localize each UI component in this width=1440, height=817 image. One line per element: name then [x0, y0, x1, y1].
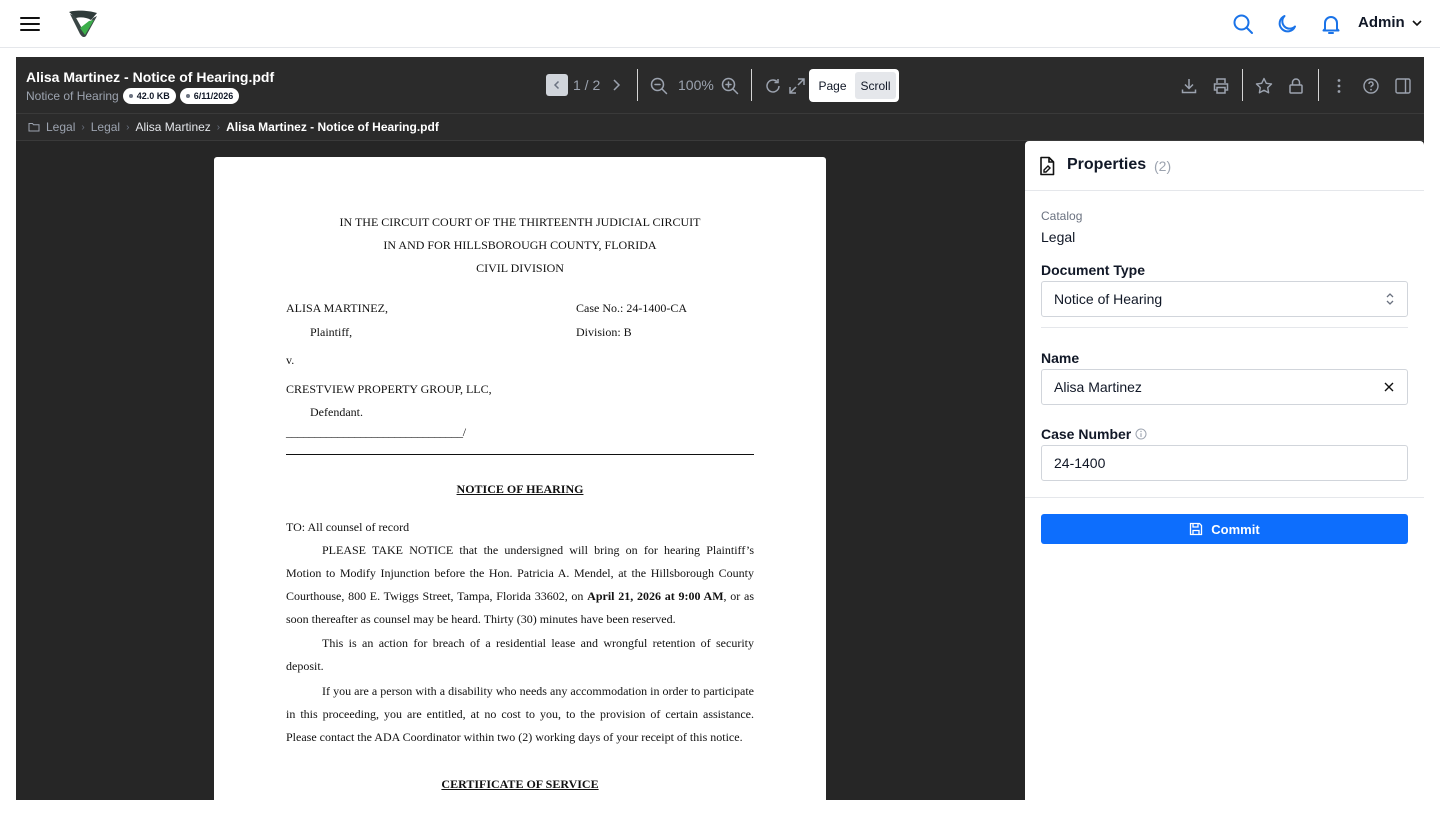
chevron-right-icon: › [216, 121, 221, 133]
select-arrows-icon [1385, 292, 1395, 306]
toolbar-divider [751, 69, 752, 101]
chevron-right-icon: › [81, 121, 85, 133]
certificate-heading: CERTIFICATE OF SERVICE [441, 777, 599, 791]
paragraph: If you are a person with a disability wh… [286, 684, 754, 744]
court-line: CIVIL DIVISION [476, 261, 564, 275]
chevron-right-icon: › [126, 121, 130, 133]
document-type-label: Notice of Hearing [26, 89, 119, 103]
toolbar-divider [1242, 69, 1243, 101]
paragraph: PLEASE TAKE NOTICE that the undersigned … [286, 543, 754, 626]
court-line: IN THE CIRCUIT COURT OF THE THIRTEENTH J… [339, 215, 701, 229]
document-type-label: Document Type [1041, 262, 1145, 278]
toolbar-divider [1318, 69, 1319, 101]
case-number-label: Case Number [1041, 426, 1147, 442]
chevron-left-icon [553, 80, 560, 90]
notifications-icon[interactable] [1319, 12, 1343, 36]
properties-title: Properties [1067, 156, 1147, 173]
breadcrumb-current: Alisa Martinez - Notice of Hearing.pdf [226, 120, 439, 134]
name-label: Name [1041, 350, 1080, 366]
save-icon [1189, 522, 1203, 536]
app-logo[interactable] [66, 8, 100, 40]
chevron-down-icon [1411, 17, 1423, 29]
view-mode-page-button[interactable]: Page [812, 72, 853, 99]
breadcrumb: Legal › Legal › Alisa Martinez › Alisa M… [16, 114, 1424, 141]
toolbar-divider [637, 69, 638, 101]
star-icon[interactable] [1254, 76, 1274, 96]
hearing-date: April 21, 2026 at 9:00 AM [587, 589, 724, 603]
download-icon[interactable] [1179, 76, 1199, 96]
viewer-toolbar: Alisa Martinez - Notice of Hearing.pdf N… [16, 57, 1424, 114]
print-icon[interactable] [1211, 76, 1231, 96]
case-number-field[interactable] [1041, 445, 1408, 481]
fullscreen-icon[interactable] [787, 76, 807, 96]
breadcrumb-item[interactable]: Legal [91, 120, 120, 134]
app-header: Admin [0, 0, 1440, 48]
more-options-icon[interactable] [1329, 76, 1349, 96]
case-number: Case No.: 24-1400-CA [576, 301, 687, 315]
document-title: Alisa Martinez - Notice of Hearing.pdf [26, 69, 275, 85]
menu-icon[interactable] [18, 12, 42, 36]
name-field[interactable] [1041, 369, 1408, 405]
clear-icon[interactable] [1383, 381, 1395, 393]
court-line: IN AND FOR HILLSBOROUGH COUNTY, FLORIDA [383, 238, 657, 252]
to-line: TO: All counsel of record [286, 520, 410, 534]
document-type-select[interactable]: Notice of Hearing [1041, 281, 1408, 317]
view-mode-scroll-button[interactable]: Scroll [855, 72, 896, 99]
signature-line: _______________________________/ [286, 425, 466, 439]
notice-body: PLEASE TAKE NOTICE that the undersigned … [286, 539, 754, 749]
help-icon[interactable] [1361, 76, 1381, 96]
case-number-input[interactable] [1054, 455, 1395, 471]
document-type-value: Notice of Hearing [1054, 291, 1163, 307]
commit-button[interactable]: Commit [1041, 514, 1408, 544]
divider [1041, 327, 1408, 328]
properties-panel: Properties (2) Catalog Legal Document Ty… [1025, 141, 1424, 800]
view-mode-toggle: Page Scroll [809, 69, 899, 102]
dark-mode-icon[interactable] [1275, 12, 1299, 36]
breadcrumb-item[interactable]: Legal [46, 120, 75, 134]
notice-heading: NOTICE OF HEARING [456, 482, 584, 496]
catalog-value: Legal [1041, 229, 1076, 245]
commit-label: Commit [1211, 521, 1260, 537]
zoom-out-icon[interactable] [649, 76, 669, 96]
defendant-name: CRESTVIEW PROPERTY GROUP, LLC, [286, 382, 492, 396]
file-properties-icon [1038, 156, 1056, 176]
breadcrumb-item[interactable]: Alisa Martinez [135, 120, 210, 134]
rotate-icon[interactable] [763, 76, 783, 96]
defendant-role: Defendant. [310, 405, 363, 419]
name-input[interactable] [1054, 379, 1383, 395]
toggle-sidebar-icon[interactable] [1393, 76, 1413, 96]
folder-icon [28, 121, 40, 133]
document-meta: Notice of Hearing 42.0 KB 6/11/2026 [26, 88, 240, 104]
division: Division: B [576, 325, 632, 339]
plaintiff-role: Plaintiff, [310, 325, 353, 339]
catalog-label: Catalog [1041, 209, 1083, 223]
properties-header: Properties (2) [1025, 141, 1424, 191]
zoom-level[interactable]: 100% [678, 77, 714, 93]
chevron-right-icon [613, 79, 621, 91]
divider-rule [286, 454, 754, 455]
search-icon[interactable] [1231, 12, 1255, 36]
paragraph: This is an action for breach of a reside… [286, 636, 754, 673]
lock-icon[interactable] [1286, 76, 1306, 96]
pdf-page: IN THE CIRCUIT COURT OF THE THIRTEENTH J… [214, 157, 826, 817]
properties-count: (2) [1154, 158, 1172, 174]
user-menu[interactable]: Admin [1358, 14, 1423, 31]
zoom-in-icon[interactable] [720, 76, 740, 96]
next-page-button[interactable] [606, 75, 626, 95]
divider [1025, 497, 1424, 498]
plaintiff-name: ALISA MARTINEZ, [286, 301, 388, 315]
date-badge: 6/11/2026 [179, 88, 240, 104]
info-icon[interactable] [1135, 428, 1147, 440]
user-name: Admin [1358, 14, 1405, 31]
previous-page-button[interactable] [546, 74, 568, 96]
page-indicator: 1 / 2 [573, 77, 601, 93]
versus: v. [286, 353, 295, 367]
file-size-badge: 42.0 KB [122, 88, 176, 104]
